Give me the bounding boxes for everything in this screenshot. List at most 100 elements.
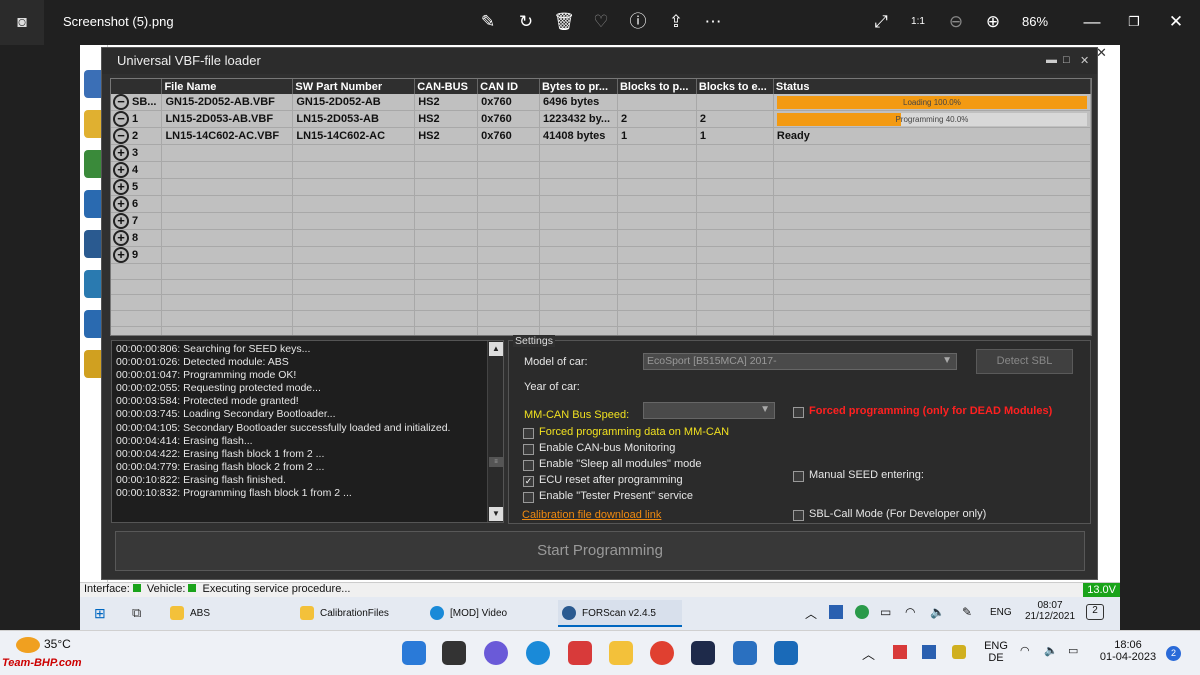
outer-battery-icon[interactable]: ▭ (1068, 644, 1078, 657)
outer-lang[interactable]: ENG DE (978, 640, 1014, 664)
add-row-icon[interactable]: + (113, 162, 129, 178)
edit-icon[interactable]: ✎ (476, 10, 500, 34)
close-icon[interactable]: ✕ (1164, 10, 1188, 34)
outer-tray-app-icon[interactable] (922, 645, 936, 659)
sleep-all-checkbox[interactable] (523, 460, 534, 471)
table-row[interactable]: − SB... GN15-2D052-AB.VBF GN15-2D052-AB HS2 0… (111, 94, 1091, 111)
edge-icon[interactable] (526, 641, 550, 665)
window-maximize-icon[interactable]: □ (1063, 54, 1070, 66)
zoom-in-icon[interactable]: ⊕ (981, 10, 1005, 34)
outer-wifi-icon[interactable]: ◠ (1020, 644, 1030, 657)
table-row[interactable]: +9 (111, 246, 1091, 264)
canbus-monitor-checkbox[interactable] (523, 444, 534, 455)
column-header[interactable]: Status (773, 79, 1091, 94)
column-header[interactable]: CAN ID (477, 79, 540, 94)
scroll-thumb[interactable]: ≡ (489, 457, 503, 467)
start-icon[interactable] (402, 641, 426, 665)
detect-sbl-button[interactable]: Detect SBL (976, 349, 1073, 374)
task-view-icon[interactable]: ⧉ (132, 605, 141, 621)
chrome-icon[interactable] (650, 641, 674, 665)
inner-lang[interactable]: ENG (990, 607, 1012, 618)
outer-anydesk-tray-icon[interactable] (893, 645, 907, 659)
table-row[interactable]: +3 (111, 144, 1091, 162)
restore-icon[interactable]: ❐ (1122, 10, 1146, 34)
zoom-out-icon[interactable]: ⊖ (944, 10, 968, 34)
log-scrollbar[interactable]: ▲ ≡ ▼ (487, 341, 503, 522)
outer-notification-badge[interactable]: 2 (1166, 646, 1181, 661)
remove-row-icon[interactable]: − (113, 128, 129, 144)
add-row-icon[interactable]: + (113, 179, 129, 195)
sbl-call-checkbox[interactable] (793, 510, 804, 521)
more-icon[interactable]: ⋯ (701, 10, 725, 34)
window-close-icon[interactable]: ✕ (1080, 54, 1089, 67)
calibration-download-link[interactable]: Calibration file download link (522, 509, 661, 521)
wifi-icon[interactable]: ◠ (905, 605, 915, 619)
delete-icon[interactable]: 🗑 (552, 10, 576, 34)
table-row[interactable]: +5 (111, 178, 1091, 196)
rotate-icon[interactable]: ↻ (514, 10, 538, 34)
tray-app-icon[interactable] (829, 605, 843, 619)
photos-icon[interactable] (774, 641, 798, 665)
notepad-icon[interactable] (733, 641, 757, 665)
add-row-icon[interactable]: + (113, 230, 129, 246)
scroll-up-icon[interactable]: ▲ (489, 342, 503, 356)
explorer-icon[interactable] (609, 641, 633, 665)
task-calibrationfiles[interactable]: CalibrationFiles (296, 600, 414, 627)
outer-clock[interactable]: 18:06 01-04-2023 (1095, 639, 1161, 663)
info-icon[interactable]: ⓘ (626, 10, 650, 34)
start-programming-button[interactable]: Start Programming (115, 531, 1085, 571)
column-header[interactable] (111, 79, 163, 94)
add-row-icon[interactable]: + (113, 213, 129, 229)
column-header[interactable]: CAN-BUS (414, 79, 479, 94)
weather-icon[interactable] (16, 637, 40, 653)
actual-size-icon[interactable]: 1:1 (906, 10, 930, 34)
table-row[interactable]: −1 LN15-2D053-AB.VBF LN15-2D053-AB HS2 0x760… (111, 110, 1091, 128)
taskview-icon[interactable] (442, 641, 466, 665)
table-row[interactable]: −2 LN15-14C602-AC.VBF LN15-14C602-AC HS2 0x7… (111, 127, 1091, 145)
table-row[interactable]: +7 (111, 212, 1091, 230)
ecu-reset-checkbox[interactable]: ✓ (523, 476, 534, 487)
volume-icon[interactable]: 🔈 (930, 605, 945, 619)
forced-mmcan-checkbox[interactable] (523, 428, 534, 439)
mmcan-speed-select[interactable]: ▼ (643, 402, 775, 419)
task-abs[interactable]: ABS (166, 600, 276, 627)
windows-start-icon[interactable]: ⊞ (94, 605, 106, 622)
remove-row-icon[interactable]: − (113, 111, 129, 127)
outer-tray-chevron-icon[interactable]: ︿ (862, 644, 875, 663)
task-video-player[interactable]: [MOD] Video Player... (426, 600, 550, 646)
column-header[interactable]: Blocks to e... (696, 79, 774, 94)
weather-temp[interactable]: 35°C (44, 637, 71, 651)
teams-icon[interactable] (484, 641, 508, 665)
share-icon[interactable]: ⇪ (664, 10, 688, 34)
scroll-down-icon[interactable]: ▼ (489, 507, 503, 521)
ucds-icon[interactable] (691, 641, 715, 665)
inner-notification-icon[interactable]: 2 (1086, 604, 1104, 620)
anydesk-icon[interactable] (568, 641, 592, 665)
battery-icon[interactable]: ▭ (880, 605, 891, 619)
pen-icon[interactable]: ✎ (962, 605, 972, 619)
column-header[interactable]: File Name (161, 79, 294, 94)
table-row[interactable]: +6 (111, 195, 1091, 213)
favorite-icon[interactable]: ♡ (589, 10, 613, 34)
fullscreen-icon[interactable]: ⤢ (869, 10, 893, 34)
table-row[interactable]: +4 (111, 161, 1091, 179)
column-header[interactable]: Blocks to p... (617, 79, 697, 94)
add-row-icon[interactable]: + (113, 145, 129, 161)
photos-app-icon[interactable]: ◙ (0, 0, 44, 45)
defender-icon[interactable] (855, 605, 869, 619)
column-header[interactable]: Bytes to pr... (539, 79, 618, 94)
table-row[interactable]: +8 (111, 229, 1091, 247)
task-forscan[interactable]: FORScan v2.4.5 bet... (558, 600, 682, 646)
window-minimize-icon[interactable]: ▬ (1046, 54, 1057, 66)
inner-clock[interactable]: 08:07 21/12/2021 (1025, 600, 1075, 622)
tester-present-checkbox[interactable] (523, 492, 534, 503)
add-row-icon[interactable]: + (113, 196, 129, 212)
minimize-icon[interactable]: — (1080, 10, 1104, 34)
outer-volume-icon[interactable]: 🔈 (1044, 644, 1058, 657)
remove-row-icon[interactable]: − (113, 94, 129, 110)
column-header[interactable]: SW Part Number (292, 79, 416, 94)
forced-dead-checkbox[interactable] (793, 407, 804, 418)
add-row-icon[interactable]: + (113, 247, 129, 263)
vpn-icon[interactable] (952, 645, 966, 659)
tray-chevron-icon[interactable]: ︿ (805, 605, 817, 622)
